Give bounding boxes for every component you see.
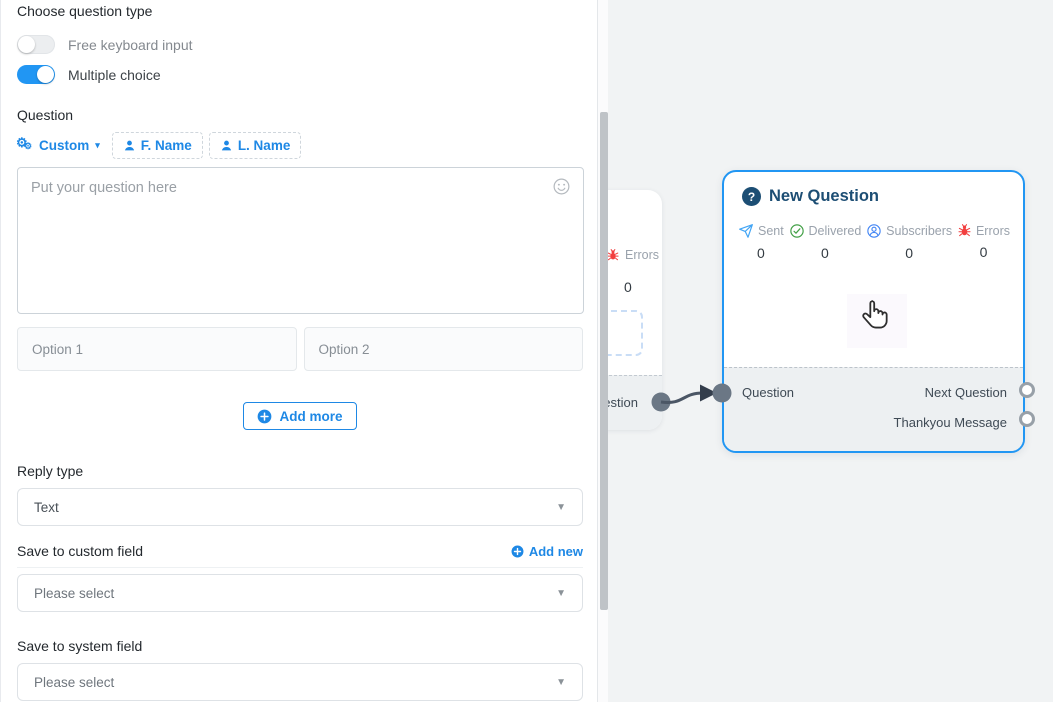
- caret-down-icon: ▼: [556, 588, 566, 599]
- reply-type-label: Reply type: [17, 463, 583, 479]
- save-system-field-label: Save to system field: [17, 638, 583, 654]
- reply-type-value: Text: [34, 500, 59, 515]
- free-keyboard-toggle[interactable]: [17, 35, 55, 54]
- toggle-knob: [18, 36, 35, 53]
- save-custom-value: Please select: [34, 586, 114, 601]
- connection-line: [661, 393, 703, 402]
- node-stats-row: Sent 0 Delivered 0: [724, 223, 1023, 261]
- free-keyboard-label: Free keyboard input: [68, 37, 193, 53]
- panel-scrollbar-thumb[interactable]: [600, 112, 608, 610]
- custom-fields-dropdown[interactable]: ⚙⚙ Custom ▾: [17, 134, 106, 158]
- add-more-label: Add more: [279, 409, 342, 424]
- next-question-port[interactable]: [1019, 382, 1035, 398]
- caret-down-icon: ▾: [95, 140, 100, 151]
- stat-errors-value: 0: [980, 244, 988, 260]
- option-2-input[interactable]: [304, 327, 584, 371]
- plus-circle-icon: [257, 409, 272, 424]
- stat-errors: Errors 0: [957, 223, 1010, 261]
- stat-subscribers: Subscribers 0: [866, 223, 952, 261]
- free-keyboard-toggle-row: Free keyboard input: [17, 35, 583, 54]
- merge-field-chips-row: ⚙⚙ Custom ▾ F. Name L. Name: [17, 132, 583, 159]
- save-custom-field-head: Save to custom field Add new: [17, 543, 583, 568]
- next-question-port-label: Next Question: [925, 385, 1007, 400]
- stat-delivered-label: Delivered: [809, 224, 862, 238]
- mouse-cursor-icon: [858, 296, 894, 340]
- dashed-button-placeholder: [608, 310, 643, 356]
- question-settings-panel: Choose question type Free keyboard input…: [0, 0, 597, 702]
- add-more-button[interactable]: Add more: [243, 402, 356, 430]
- app-window: Choose question type Free keyboard input…: [0, 0, 1053, 702]
- multiple-choice-toggle[interactable]: [17, 65, 55, 84]
- answer-options-row: [17, 327, 583, 371]
- stat-delivered-value: 0: [821, 245, 829, 261]
- person-icon: [123, 139, 136, 152]
- save-system-select[interactable]: Please select ▼: [17, 663, 583, 701]
- send-icon: [738, 223, 754, 239]
- plus-circle-icon: [511, 545, 524, 558]
- custom-chip-label: Custom: [39, 138, 89, 153]
- errors-stat-value: 0: [624, 279, 632, 295]
- fname-chip-label: F. Name: [141, 138, 192, 153]
- save-custom-field-label: Save to custom field: [17, 543, 143, 559]
- check-circle-icon: [789, 223, 805, 239]
- thankyou-message-port[interactable]: [1019, 411, 1035, 427]
- choose-question-type-label: Choose question type: [17, 3, 583, 19]
- question-label: Question: [17, 107, 583, 123]
- errors-stat-label: Errors: [625, 248, 659, 262]
- add-more-wrap: Add more: [17, 402, 583, 430]
- node-footer: Question Next Question Thankyou Message: [724, 367, 1023, 451]
- smiley-icon: [552, 177, 571, 196]
- insert-lname-button[interactable]: L. Name: [209, 132, 302, 159]
- subscriber-icon: [866, 223, 882, 239]
- panel-scrollbar-track[interactable]: [597, 0, 608, 702]
- gears-icon: ⚙⚙: [17, 138, 34, 154]
- emoji-picker-button[interactable]: [551, 177, 571, 197]
- insert-fname-button[interactable]: F. Name: [112, 132, 203, 159]
- stat-subscribers-value: 0: [905, 245, 913, 261]
- reply-type-select[interactable]: Text ▼: [17, 488, 583, 526]
- previous-node-card[interactable]: Errors 0 uestion: [608, 190, 662, 430]
- option-1-input[interactable]: [17, 327, 297, 371]
- input-port-label: Question: [742, 385, 794, 400]
- new-question-node[interactable]: ? New Question Sent 0: [722, 170, 1025, 453]
- stat-delivered: Delivered 0: [789, 223, 862, 261]
- stat-sent-value: 0: [757, 245, 765, 261]
- question-mark-icon: ?: [742, 187, 761, 206]
- node-header: ? New Question: [724, 172, 1023, 206]
- add-new-label: Add new: [529, 544, 583, 559]
- stat-sent-label: Sent: [758, 224, 784, 238]
- toggle-knob: [37, 66, 54, 83]
- previous-node-errors-stat: Errors: [608, 248, 659, 262]
- save-custom-select[interactable]: Please select ▼: [17, 574, 583, 612]
- question-input[interactable]: [17, 167, 584, 314]
- flow-canvas[interactable]: Errors 0 uestion ? New Question: [608, 0, 1053, 702]
- save-system-value: Please select: [34, 675, 114, 690]
- multiple-choice-toggle-row: Multiple choice: [17, 65, 583, 84]
- previous-node-footer: uestion: [608, 375, 662, 430]
- question-textarea-wrap: [17, 167, 583, 319]
- person-icon: [220, 139, 233, 152]
- caret-down-icon: ▼: [556, 502, 566, 513]
- caret-down-icon: ▼: [556, 677, 566, 688]
- multiple-choice-label: Multiple choice: [68, 67, 161, 83]
- lname-chip-label: L. Name: [238, 138, 291, 153]
- stat-sent: Sent 0: [738, 223, 784, 261]
- stat-subscribers-label: Subscribers: [886, 224, 952, 238]
- add-new-button[interactable]: Add new: [511, 544, 583, 559]
- bug-icon: [608, 248, 620, 262]
- node-title: New Question: [769, 187, 879, 206]
- thankyou-message-port-label: Thankyou Message: [894, 415, 1007, 430]
- stat-errors-label: Errors: [976, 224, 1010, 238]
- bug-icon: [957, 223, 972, 238]
- next-question-port-label-partial: uestion: [608, 395, 638, 410]
- connection-arrowhead: [700, 385, 717, 402]
